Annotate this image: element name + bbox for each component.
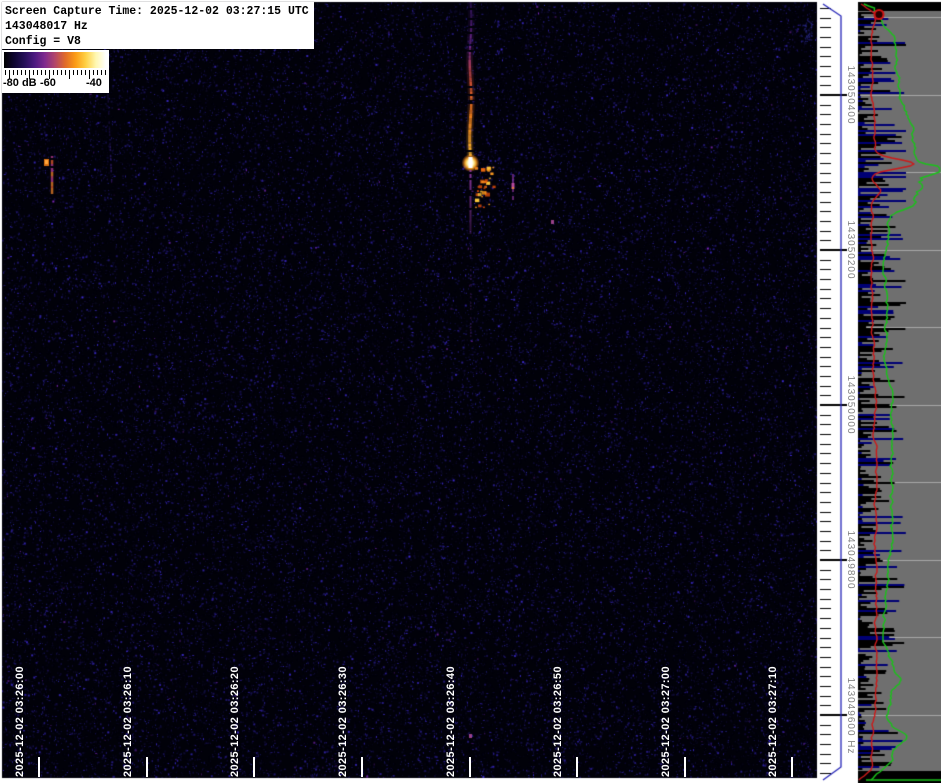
center-frequency-text: 143048017 Hz xyxy=(5,20,88,33)
amplitude-color-scale: -80 dB -60 -40 xyxy=(2,50,109,93)
frequency-axis-label: 143050000 xyxy=(845,375,856,435)
time-axis-tick xyxy=(253,757,255,777)
capture-time-text: Screen Capture Time: 2025-12-02 03:27:15… xyxy=(5,5,309,18)
scale-label: -80 dB xyxy=(3,77,37,89)
time-axis-label: 2025-12-02 03:26:20 xyxy=(229,666,241,777)
time-axis-tick xyxy=(576,757,578,777)
spectrogram-waterfall-canvas xyxy=(0,0,941,783)
config-text: Config = V8 xyxy=(5,35,81,48)
time-axis-label: 2025-12-02 03:26:00 xyxy=(14,666,26,777)
color-gradient-bar xyxy=(4,52,106,68)
time-axis-tick xyxy=(791,757,793,777)
scale-label: -60 xyxy=(40,77,56,89)
time-axis-tick xyxy=(146,757,148,777)
scale-ruler-ticks xyxy=(5,70,106,75)
time-axis-label: 2025-12-02 03:26:30 xyxy=(337,666,349,777)
time-axis-label: 2025-12-02 03:26:10 xyxy=(122,666,134,777)
scale-major-tick xyxy=(69,70,70,79)
frequency-axis-label: 143049600 Hz xyxy=(845,677,856,755)
scale-label: -40 xyxy=(86,77,102,89)
time-axis-label: 2025-12-02 03:27:10 xyxy=(767,666,779,777)
time-axis-tick xyxy=(38,757,40,777)
time-axis-tick xyxy=(684,757,686,777)
time-axis-tick xyxy=(361,757,363,777)
capture-info-panel: Screen Capture Time: 2025-12-02 03:27:15… xyxy=(2,2,314,49)
time-axis-label: 2025-12-02 03:27:00 xyxy=(660,666,672,777)
frequency-axis-label: 143049800 xyxy=(845,530,856,590)
time-axis-label: 2025-12-02 03:26:40 xyxy=(445,666,457,777)
frequency-axis-label: 143050200 xyxy=(845,220,856,280)
time-axis-tick xyxy=(469,757,471,777)
spectrogram-screen-capture: Screen Capture Time: 2025-12-02 03:27:15… xyxy=(0,0,941,783)
time-axis-label: 2025-12-02 03:26:50 xyxy=(552,666,564,777)
frequency-axis-label: 143050400 xyxy=(845,65,856,125)
